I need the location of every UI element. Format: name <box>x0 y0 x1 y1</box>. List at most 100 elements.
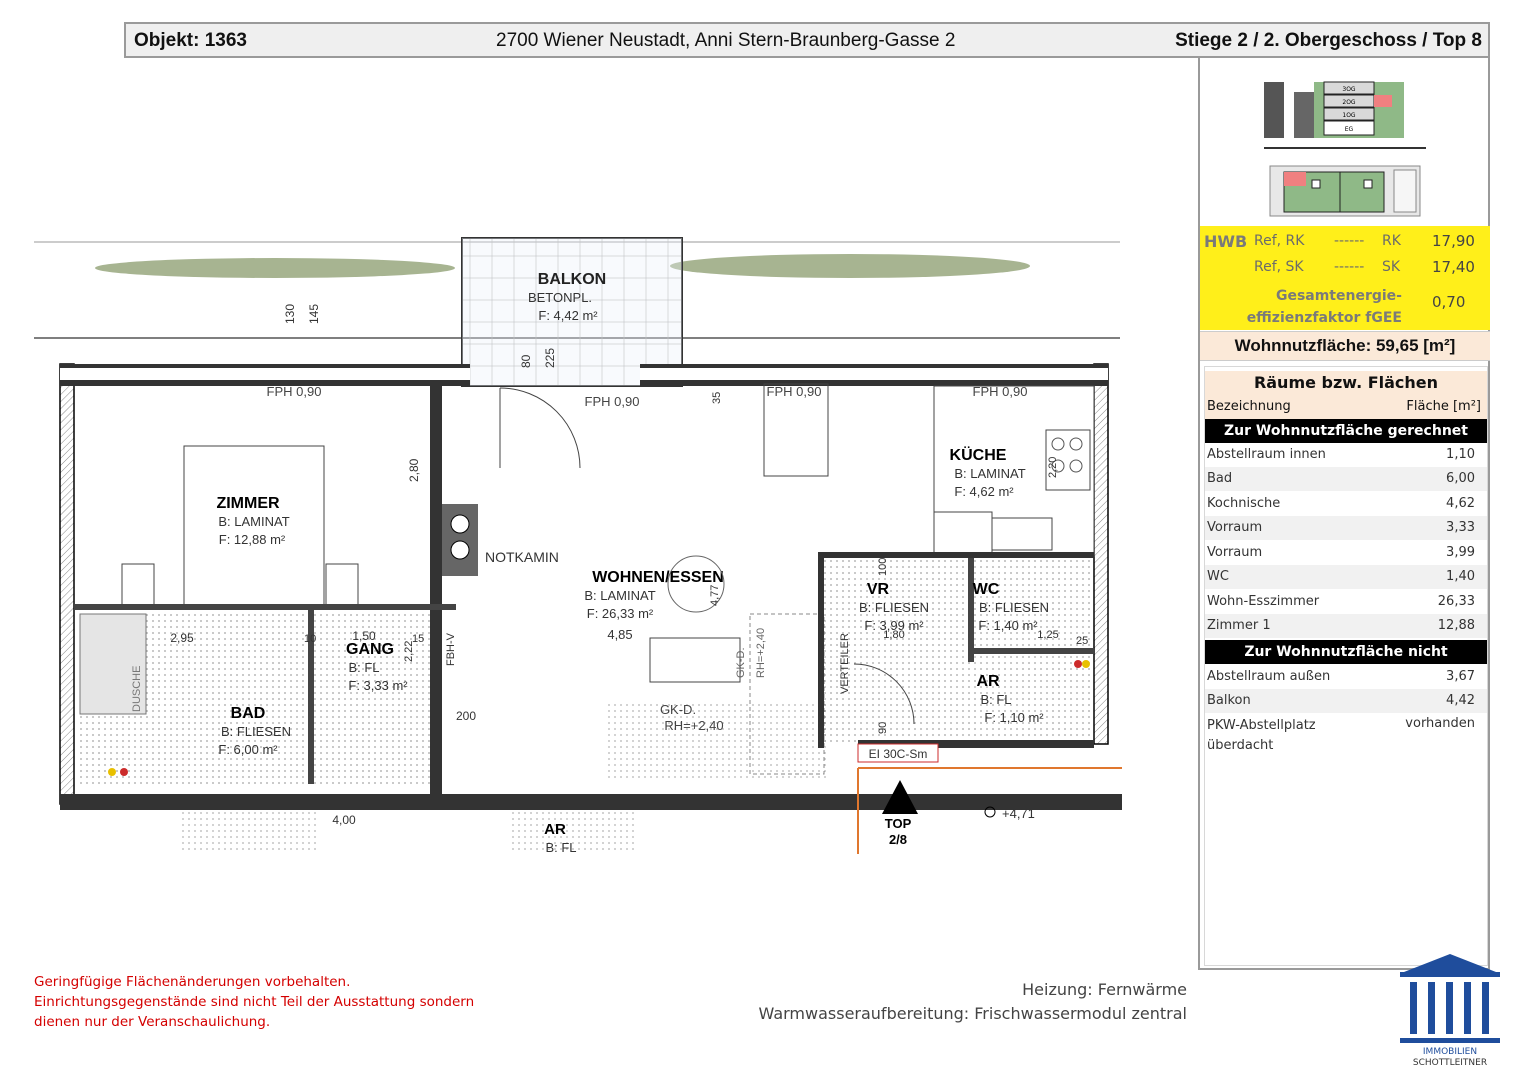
ei30-label: EI 30C-Sm <box>869 747 928 761</box>
wohnnutzflaeche-total: Wohnnutzfläche: 59,65 [m²] <box>1200 331 1490 361</box>
table-row: Zimmer 1 12,88 <box>1205 614 1487 638</box>
dim-25: 25 <box>1076 635 1088 647</box>
dim-180: 1,80 <box>883 629 904 641</box>
gkd1-label: GK-D. <box>735 647 747 678</box>
floor-label-3og: 3OG <box>1342 86 1356 93</box>
address: 2700 Wiener Neustadt, Anni Stern-Braunbe… <box>496 30 956 51</box>
gang-floor: B: FL <box>348 660 379 675</box>
table-row: WC 1,40 <box>1205 565 1487 589</box>
table-row: Abstellraum außen 3,67 <box>1207 669 1475 684</box>
zimmer-name: ZIMMER <box>216 495 280 512</box>
balkon-area: F: 4,42 m² <box>538 308 598 323</box>
section-not-counted: Zur Wohnnutzfläche nicht gerechnet <box>1205 640 1487 684</box>
object-number: Objekt: 1363 <box>134 30 247 51</box>
balkon-name: BALKON <box>538 271 606 288</box>
table-row: Bad 6,00 <box>1205 467 1487 491</box>
col-area-header: Fläche [m²] <box>1406 399 1481 414</box>
wohnen-area: F: 26,33 m² <box>587 606 654 621</box>
floor-label-1og: 1OG <box>1342 112 1356 119</box>
dim-225: 225 <box>543 348 557 368</box>
wc-name: WC <box>973 581 1000 598</box>
floor-label-2og: 2OG <box>1342 99 1356 106</box>
floor-plan: BALKON BETONPL. F: 4,42 m² ZIMMER B: LAM… <box>34 237 1122 854</box>
wc-floor: B: FLIESEN <box>979 600 1049 615</box>
rooms-table: Räume bzw. Flächen Bezeichnung Fläche [m… <box>1204 366 1488 966</box>
zimmer-area: F: 12,88 m² <box>219 532 286 547</box>
disclaimer-line: dienen nur der Veranschaulichung. <box>34 1014 271 1030</box>
kueche-name: KÜCHE <box>950 445 1007 464</box>
balkon-fph: FPH 0,90 <box>585 394 640 409</box>
bad-area: F: 6,00 m² <box>218 742 278 757</box>
ar-below-floor: B: FL <box>545 840 576 854</box>
hwb-ref-sk-label: Ref, SK <box>1254 259 1304 275</box>
hwb-dash-rk: ------ <box>1334 233 1365 249</box>
company-logo: IMMOBILIEN SCHOTTLEITNER <box>1400 954 1500 1068</box>
rooms-table-title: Räume bzw. Flächen <box>1205 371 1487 397</box>
table-row: Vorraum 3,33 <box>1205 516 1487 540</box>
fgee-label-line1: Gesamtenergie- <box>1275 288 1402 304</box>
wohnen-name: WOHNEN/ESSEN <box>592 569 724 586</box>
level-marker: +4,71 <box>1002 806 1035 821</box>
hwb-energy-box: HWB Ref, RK ------ RK 17,90 Ref, SK ----… <box>1200 226 1490 330</box>
table-row: Vorraum 3,99 <box>1207 545 1475 560</box>
dim-200: 200 <box>456 709 476 723</box>
dim-80: 80 <box>519 354 533 368</box>
gkd2-label: GK-D. <box>660 702 696 717</box>
heating-info: Heizung: Fernwärme Warmwasseraufbereitun… <box>759 978 1187 1026</box>
unit-location: Stiege 2 / 2. Obergeschoss / Top 8 <box>1175 30 1482 51</box>
dim-220: 2,20 <box>1047 457 1059 478</box>
gang-name: GANG <box>346 641 394 658</box>
top-number: 2/8 <box>889 832 907 847</box>
gkd2-rh: RH=+2,40 <box>664 718 723 733</box>
dim-150: 1,50 <box>352 629 376 643</box>
ar-area: F: 1,10 m² <box>984 710 1044 725</box>
heating-line: Heizung: Fernwärme <box>1022 980 1187 999</box>
wohnen-floor: B: LAMINAT <box>584 588 655 603</box>
wohnen-fph: FPH 0,90 <box>767 384 822 399</box>
dim-280: 2,80 <box>407 458 421 482</box>
vr-name: VR <box>867 581 890 598</box>
table-row: Abstellraum innen 1,10 <box>1207 447 1475 462</box>
dim-400: 4,00 <box>332 813 356 827</box>
site-plan-thumbnail <box>1264 160 1426 222</box>
hwb-rk-label: RK <box>1382 233 1401 249</box>
zimmer-fph: FPH 0,90 <box>267 384 322 399</box>
floor-label-eg: EG <box>1345 126 1354 133</box>
disclaimer-text: Geringfügige Flächenänderungen vorbehalt… <box>34 972 474 1032</box>
hot-water-line: Warmwasseraufbereitung: Frischwassermodu… <box>758 1004 1187 1023</box>
dim-477: 4,77 <box>709 585 721 606</box>
wc-area: F: 1,40 m² <box>978 618 1038 633</box>
verteiler-label: VERTEILER <box>839 633 851 694</box>
gang-area: F: 3,33 m² <box>348 678 408 693</box>
col-name-header: Bezeichnung <box>1207 399 1291 414</box>
hwb-sk-value: 17,40 <box>1432 258 1475 276</box>
dim-125: 1,25 <box>1037 629 1058 641</box>
gkd1-rh: RH=+2,40 <box>755 628 767 678</box>
building-section-thumbnail: 3OG 2OG 1OG EG <box>1264 68 1426 152</box>
dim-130: 130 <box>283 304 297 324</box>
bad-name: BAD <box>231 705 266 722</box>
logo-line2: SCHOTTLEITNER <box>1413 1058 1487 1068</box>
top-label: TOP <box>885 816 912 831</box>
fbh-label: FBH-V <box>445 632 457 666</box>
header-bar: Objekt: 1363 2700 Wiener Neustadt, Anni … <box>124 22 1490 58</box>
ar-below-name: AR <box>544 821 566 838</box>
table-row: Kochnische 4,62 <box>1207 496 1475 511</box>
kueche-fph: FPH 0,90 <box>973 384 1028 399</box>
fgee-value: 0,70 <box>1432 293 1466 311</box>
dim-10: 10 <box>304 633 316 645</box>
ar-floor: B: FL <box>980 692 1011 707</box>
balkon-floor: BETONPL. <box>528 290 592 305</box>
table-row: PKW-Abstellplatz überdacht vorhanden <box>1207 716 1475 753</box>
disclaimer-line: Einrichtungsgegenstände sind nicht Teil … <box>34 994 475 1010</box>
dim-145: 145 <box>307 304 321 324</box>
table-row: Wohn-Esszimmer 26,33 <box>1207 594 1475 609</box>
notkamin-label: NOTKAMIN <box>485 549 559 565</box>
fgee-label-line2: effizienzfaktor fGEE <box>1246 310 1402 326</box>
hwb-sk-label: SK <box>1382 259 1401 275</box>
hwb-rk-value: 17,90 <box>1432 232 1475 250</box>
ar-name: AR <box>976 673 1000 690</box>
section-counted: Zur Wohnnutzfläche gerechnet <box>1205 419 1487 443</box>
bad-floor: B: FLIESEN <box>221 724 291 739</box>
hwb-dash-sk: ------ <box>1334 259 1365 275</box>
